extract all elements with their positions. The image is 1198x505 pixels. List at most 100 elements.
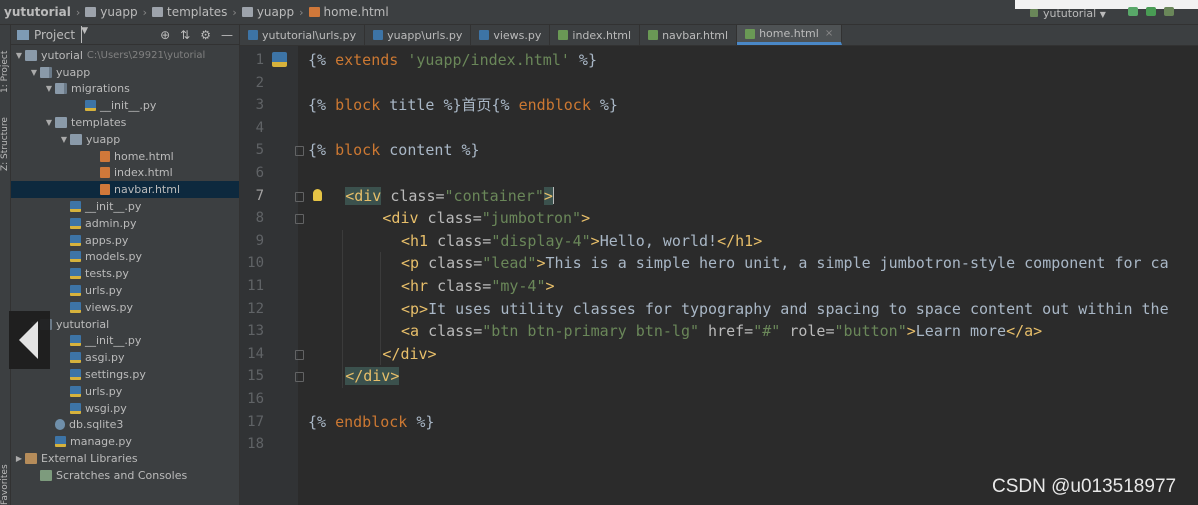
project-path: C:\Users\29921\yutorial bbox=[86, 49, 206, 61]
editor-tabs: yututorial\urls.py yuapp\urls.py views.py i… bbox=[240, 25, 1198, 46]
html-file-icon bbox=[100, 167, 110, 179]
tree-item[interactable]: db.sqlite3 bbox=[11, 417, 239, 434]
line-number: 4 bbox=[255, 119, 264, 136]
matched-tag: </div> bbox=[345, 367, 400, 386]
locate-icon[interactable]: ⊕ bbox=[160, 28, 170, 42]
tree-item[interactable]: ▼ templates bbox=[11, 114, 239, 131]
left-tool-strip: 1: Project Z: Structure Favorites bbox=[0, 25, 11, 505]
tree-item[interactable]: index.html bbox=[11, 165, 239, 182]
tree-item-label: templates bbox=[71, 116, 127, 130]
chevron-down-icon[interactable]: ▼ bbox=[58, 135, 70, 144]
fold-marker-icon[interactable] bbox=[295, 372, 304, 383]
python-file-icon bbox=[373, 30, 384, 40]
editor-tab[interactable]: index.html bbox=[550, 25, 641, 45]
tree-item[interactable]: __init__.py bbox=[11, 198, 239, 215]
tree-item[interactable]: __init__.py bbox=[11, 97, 239, 114]
fold-marker-icon[interactable] bbox=[295, 146, 304, 157]
editor-tab[interactable]: yututorial\urls.py bbox=[240, 25, 366, 45]
code-line: {% block content %} bbox=[308, 139, 480, 162]
python-file-icon bbox=[55, 436, 66, 448]
tree-item[interactable]: urls.py bbox=[11, 383, 239, 400]
tree-item-label: asgi.py bbox=[85, 351, 125, 365]
editor-tab[interactable]: navbar.html bbox=[640, 25, 738, 45]
editor-tab[interactable]: views.py bbox=[471, 25, 551, 45]
breadcrumb-templates[interactable]: templates bbox=[167, 5, 227, 19]
line-number: 1 bbox=[255, 52, 264, 68]
code-token: "container" bbox=[444, 186, 544, 205]
tree-item[interactable]: navbar.html bbox=[11, 181, 239, 199]
chevron-down-icon[interactable]: ▼ bbox=[43, 84, 55, 93]
tree-item-label: yutorial bbox=[41, 48, 83, 62]
coverage-icon[interactable] bbox=[1164, 7, 1174, 16]
tree-item-label: manage.py bbox=[70, 435, 132, 449]
code-token: Learn more bbox=[915, 322, 1007, 341]
breadcrumb-subfolder[interactable]: yuapp bbox=[257, 5, 294, 19]
chevron-down-icon[interactable]: ▼ bbox=[43, 118, 55, 127]
editor-tab[interactable]: yuapp\urls.py bbox=[365, 25, 472, 45]
python-file-icon bbox=[479, 30, 490, 40]
chevron-down-icon[interactable]: ▼ bbox=[28, 68, 40, 77]
tree-item[interactable]: admin.py bbox=[11, 215, 239, 232]
fold-marker-icon[interactable] bbox=[295, 214, 304, 225]
line-number: 5 bbox=[255, 142, 264, 159]
html-file-icon bbox=[100, 184, 110, 196]
code-token: {% bbox=[308, 412, 336, 431]
close-icon[interactable]: × bbox=[825, 28, 833, 39]
python-file-icon bbox=[70, 385, 81, 397]
tree-item-label: External Libraries bbox=[41, 452, 138, 466]
tree-item[interactable]: Scratches and Consoles bbox=[11, 467, 239, 484]
code-token: > bbox=[906, 322, 916, 341]
fold-marker-icon[interactable] bbox=[295, 191, 304, 202]
tree-item[interactable]: manage.py bbox=[11, 433, 239, 450]
lightbulb-icon[interactable] bbox=[313, 188, 322, 201]
tree-item[interactable]: ▼ migrations bbox=[11, 81, 239, 98]
chevron-right-icon[interactable]: ▶ bbox=[13, 454, 25, 463]
tree-item[interactable]: apps.py bbox=[11, 232, 239, 249]
run-toolbar bbox=[1128, 7, 1174, 16]
video-back-overlay[interactable] bbox=[9, 311, 50, 369]
code-line: <div class="container"> bbox=[345, 185, 554, 208]
library-icon bbox=[25, 453, 37, 465]
tree-item[interactable]: models.py bbox=[11, 249, 239, 266]
breadcrumb-project[interactable]: yututorial bbox=[4, 5, 71, 19]
html-file-icon bbox=[308, 7, 320, 17]
project-panel: Project ▼ ⊕ ⇅ ⚙ — ▼ yutorial C:\Users\2992… bbox=[11, 25, 240, 505]
tab-label: views.py bbox=[493, 28, 542, 42]
chevron-down-icon[interactable]: ▼ bbox=[13, 51, 25, 60]
code-line: </div> bbox=[382, 343, 436, 366]
collapse-all-icon[interactable]: ⇅ bbox=[180, 28, 190, 42]
tree-item-label: yututorial bbox=[56, 317, 110, 331]
gear-icon[interactable]: ⚙ bbox=[200, 28, 211, 42]
tree-item[interactable]: ▼ yutorial C:\Users\29921\yutorial bbox=[11, 47, 239, 64]
code-line: <p class="lead">This is a simple hero un… bbox=[401, 252, 1169, 275]
indent-guide bbox=[380, 252, 381, 366]
chevron-down-icon[interactable]: ▼ bbox=[81, 26, 88, 43]
code-editor[interactable]: {% extends 'yuapp/index.html' %} {% block… bbox=[298, 46, 1198, 505]
tree-item-label: __init__.py bbox=[85, 334, 142, 348]
run-icon[interactable] bbox=[1128, 7, 1138, 16]
tree-item[interactable]: wsgi.py bbox=[11, 400, 239, 417]
tree-item[interactable]: ▼ yuapp bbox=[11, 64, 239, 81]
tree-item[interactable]: home.html bbox=[11, 148, 239, 165]
code-token: This is a simple hero unit, a simple jum… bbox=[545, 254, 1169, 273]
code-token: 'yuapp/index.html' bbox=[407, 51, 570, 69]
tree-item[interactable]: ▶ External Libraries bbox=[11, 450, 239, 467]
tree-item-label: models.py bbox=[85, 250, 142, 264]
breadcrumb-app[interactable]: yuapp bbox=[100, 5, 137, 19]
folder-icon bbox=[70, 133, 82, 145]
hide-icon[interactable]: — bbox=[221, 28, 233, 42]
run-config-selector[interactable]: yututorial ▼ bbox=[1030, 7, 1106, 20]
tree-item-label: urls.py bbox=[85, 284, 123, 298]
code-token: block bbox=[335, 96, 381, 115]
project-tool-button[interactable]: 1: Project bbox=[0, 29, 11, 93]
tree-item[interactable]: ▼ yuapp bbox=[11, 131, 239, 148]
tree-item[interactable]: tests.py bbox=[11, 265, 239, 282]
structure-tool-button[interactable]: Z: Structure bbox=[0, 101, 11, 171]
favorites-tool-button[interactable]: Favorites bbox=[0, 464, 11, 505]
fold-marker-icon[interactable] bbox=[295, 349, 304, 360]
tree-item[interactable]: urls.py bbox=[11, 282, 239, 299]
debug-icon[interactable] bbox=[1146, 7, 1156, 16]
project-panel-title[interactable]: Project bbox=[34, 28, 75, 42]
breadcrumb-file[interactable]: home.html bbox=[324, 5, 389, 19]
editor-tab[interactable]: home.html × bbox=[737, 25, 843, 45]
